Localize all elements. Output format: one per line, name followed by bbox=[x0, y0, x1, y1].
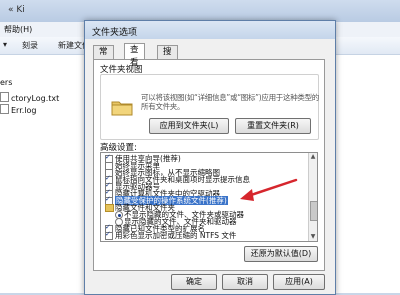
scrollbar-thumb[interactable] bbox=[310, 201, 317, 221]
vertical-scrollbar[interactable]: ▲ ▼ bbox=[308, 153, 317, 241]
text-file-icon bbox=[0, 92, 9, 102]
toolbar-burn-button[interactable]: 刻录 bbox=[22, 40, 38, 51]
file-item[interactable]: ctoryLog.txt bbox=[0, 92, 59, 103]
view-tab-panel: 文件夹视图 可以将该视图(如“详细信息”或“图标”)应用于这种类型的所有文件夹。… bbox=[93, 59, 325, 271]
toolbar-dropdown[interactable]: ▾ bbox=[3, 40, 7, 49]
cancel-button[interactable]: 取消 bbox=[222, 274, 268, 290]
explorer-path[interactable]: « Ki bbox=[8, 5, 25, 15]
scroll-up-icon[interactable]: ▲ bbox=[309, 153, 317, 161]
folder-view-group: 可以将该视图(如“详细信息”或“图标”)应用于这种类型的所有文件夹。 应用到文件… bbox=[100, 74, 319, 140]
advanced-settings-list: 使用共享向导(推荐) 始终显示菜单 始终显示图标，从不显示缩略图 鼠标指向文件夹… bbox=[100, 152, 318, 242]
apply-to-folders-button[interactable]: 应用到文件夹(L) bbox=[149, 118, 229, 134]
dialog-title: 文件夹选项 bbox=[92, 28, 138, 38]
setting-item[interactable]: 用彩色显示加密或压缩的 NTFS 文件 bbox=[103, 230, 303, 240]
reset-folders-button[interactable]: 重置文件夹(R) bbox=[235, 118, 311, 134]
tab-view[interactable]: 查看 bbox=[124, 43, 145, 68]
ok-button[interactable]: 确定 bbox=[171, 274, 217, 290]
restore-defaults-button[interactable]: 还原为默认值(D) bbox=[244, 246, 318, 262]
dialog-titlebar[interactable]: 文件夹选项 bbox=[85, 21, 335, 39]
folder-icon bbox=[111, 101, 133, 116]
folder-options-dialog: 文件夹选项 常规 查看 搜索 文件夹视图 可以将该视图(如“详细信息”或“图标”… bbox=[84, 20, 336, 295]
text-file-icon bbox=[0, 104, 9, 114]
folder-view-description: 可以将该视图(如“详细信息”或“图标”)应用于这种类型的所有文件夹。 bbox=[141, 93, 319, 111]
checkbox[interactable] bbox=[105, 230, 113, 240]
menu-help[interactable]: 帮助(H) bbox=[4, 24, 32, 35]
tab-search[interactable]: 搜索 bbox=[157, 45, 178, 70]
file-item[interactable]: ers bbox=[0, 78, 12, 87]
file-item[interactable]: Err.log bbox=[0, 104, 37, 115]
apply-button[interactable]: 应用(A) bbox=[273, 274, 325, 290]
scroll-down-icon[interactable]: ▼ bbox=[309, 233, 317, 241]
tab-general[interactable]: 常规 bbox=[93, 45, 114, 70]
